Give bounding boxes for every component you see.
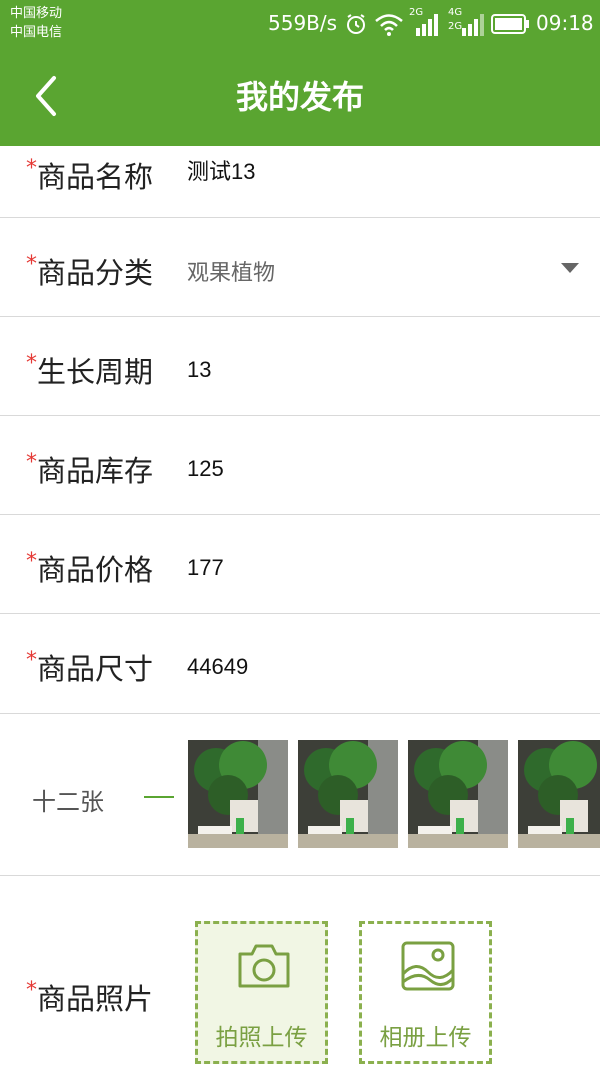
dropdown-arrow-icon[interactable] [561, 263, 579, 273]
product-thumbnail[interactable] [188, 740, 288, 848]
required-mark: * [26, 252, 37, 277]
status-bar: 中国移动 中国电信 559B/s 2G 4G 2G 09:18 [0, 0, 600, 48]
gallery-row: 十二张 [0, 714, 600, 876]
price-row: *商品价格 [0, 515, 600, 614]
price-label: *商品价格 [26, 549, 154, 587]
stock-label: *商品库存 [26, 450, 154, 488]
battery-icon [491, 14, 529, 34]
plant-photo-image [408, 740, 508, 848]
growth-label: *生长周期 [26, 351, 154, 389]
required-mark: * [26, 450, 37, 475]
camera-upload-button[interactable]: 拍照上传 [195, 921, 328, 1064]
name-row: *商品名称 [0, 146, 600, 218]
growth-row: *生长周期 [0, 317, 600, 416]
alarm-icon [347, 14, 365, 34]
clock: 09:18 [536, 11, 594, 35]
divider [144, 796, 174, 798]
required-mark: * [26, 549, 37, 574]
album-upload-label: 相册上传 [379, 1025, 472, 1051]
category-select[interactable]: 观果植物 [187, 255, 547, 287]
photo-label: *商品照片 [26, 978, 154, 1016]
product-thumbnail[interactable] [518, 740, 600, 848]
network-speed: 559B/s [268, 11, 338, 35]
size-input[interactable] [187, 654, 547, 680]
required-mark: * [26, 978, 37, 1003]
album-upload-button[interactable]: 相册上传 [359, 921, 492, 1064]
growth-input[interactable] [187, 357, 547, 383]
app-bar: 我的发布 [0, 48, 600, 146]
name-input[interactable] [187, 157, 547, 183]
signal-sim1-icon [416, 14, 438, 36]
image-count-label: 十二张 [32, 788, 104, 816]
chevron-left-icon [36, 76, 56, 116]
size-row: *商品尺寸 [0, 614, 600, 714]
camera-icon [238, 944, 290, 988]
carrier-1: 中国移动 [10, 6, 63, 21]
plant-photo-image [298, 740, 398, 848]
price-input[interactable] [187, 555, 547, 581]
camera-upload-label: 拍照上传 [215, 1025, 308, 1051]
product-thumbnail[interactable] [298, 740, 398, 848]
stock-row: *商品库存 [0, 416, 600, 515]
stock-input[interactable] [187, 456, 547, 482]
required-mark: * [26, 648, 37, 673]
carrier-2: 中国电信 [10, 25, 63, 40]
image-icon [401, 941, 455, 991]
category-row[interactable]: *商品分类 观果植物 [0, 218, 600, 317]
name-label: *商品名称 [26, 156, 154, 194]
plant-photo-image [188, 740, 288, 848]
required-mark: * [26, 351, 37, 376]
required-mark: * [26, 156, 37, 181]
wifi-icon [375, 14, 403, 36]
plant-photo-image [518, 740, 600, 848]
back-button[interactable] [22, 68, 78, 124]
page-title: 我的发布 [235, 78, 364, 116]
signal-sim2-icon [462, 14, 484, 36]
photo-upload-row: *商品照片 拍照上传 相册上传 [0, 876, 600, 1067]
size-label: *商品尺寸 [26, 648, 154, 686]
product-thumbnail[interactable] [408, 740, 508, 848]
category-label: *商品分类 [26, 252, 154, 290]
